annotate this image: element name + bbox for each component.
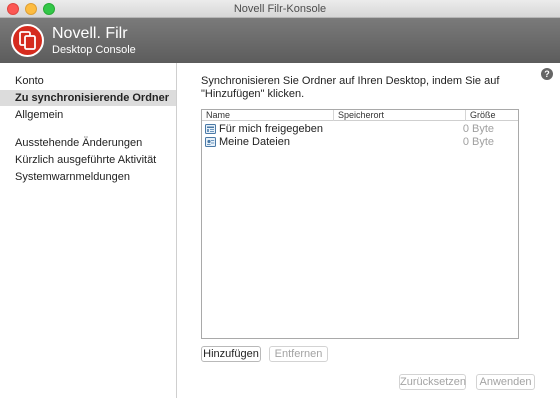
sidebar: Konto Zu synchronisierende Ordner Allgem… (0, 63, 177, 398)
add-button[interactable]: Hinzufügen (201, 346, 261, 362)
table-row[interactable]: Für mich freigegeben 0 Byte (202, 123, 518, 136)
app-header: Novell. Filr Desktop Console (0, 18, 560, 63)
table-header: Name Speicherort Größe (202, 110, 518, 121)
column-header-location[interactable]: Speicherort (334, 110, 466, 121)
title-bar: Novell Filr-Konsole (0, 0, 560, 18)
sidebar-item-sync-folders[interactable]: Zu synchronisierende Ordner (0, 90, 176, 106)
sidebar-item-system-warnings[interactable]: Systemwarnmeldungen (0, 169, 176, 185)
shared-folder-icon (205, 124, 216, 134)
sidebar-item-pending-changes[interactable]: Ausstehende Änderungen (0, 135, 176, 151)
brand-subtitle: Desktop Console (52, 44, 136, 56)
column-header-name[interactable]: Name (202, 110, 334, 121)
sync-folder-table[interactable]: Name Speicherort Größe Für mich freigege… (201, 109, 519, 339)
apply-button[interactable]: Anwenden (476, 374, 535, 390)
column-header-size[interactable]: Größe (466, 110, 518, 121)
row-name: Für mich freigegeben (219, 123, 323, 135)
table-row[interactable]: Meine Dateien 0 Byte (202, 136, 518, 149)
remove-button[interactable]: Entfernen (269, 346, 328, 362)
reset-button[interactable]: Zurücksetzen (399, 374, 466, 390)
row-name: Meine Dateien (219, 136, 290, 148)
sidebar-item-konto[interactable]: Konto (0, 73, 176, 89)
instruction-text: Synchronisieren Sie Ordner auf Ihren Des… (201, 75, 500, 100)
sidebar-item-allgemein[interactable]: Allgemein (0, 107, 176, 123)
my-files-icon (205, 137, 216, 147)
help-icon[interactable]: ? (541, 68, 553, 80)
row-size: 0 Byte (462, 123, 494, 135)
filr-logo-icon (11, 24, 44, 57)
brand-name: Novell. Filr (52, 25, 128, 42)
window-title: Novell Filr-Konsole (233, 3, 327, 15)
sidebar-item-recent-activity[interactable]: Kürzlich ausgeführte Aktivität (0, 152, 176, 168)
row-size: 0 Byte (462, 136, 494, 148)
